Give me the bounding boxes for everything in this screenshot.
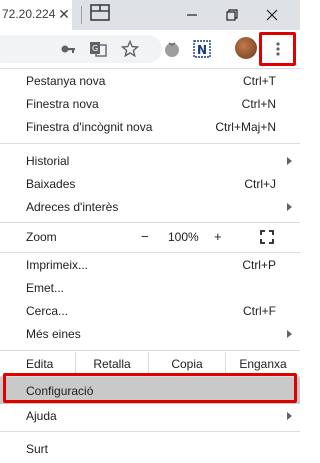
menu-item-label: Pestanya nova xyxy=(26,74,106,88)
menu-item-incognito[interactable]: Finestra d'incògnit nova Ctrl+Maj+N xyxy=(0,115,300,139)
menu-item-new-window[interactable]: Finestra nova Ctrl+N xyxy=(0,92,300,116)
cut-button[interactable]: Retalla xyxy=(76,353,148,375)
menu-item-label: Més eines xyxy=(26,327,81,341)
svg-text:N: N xyxy=(197,43,207,57)
menu-item-shortcut: Ctrl+N xyxy=(241,97,276,111)
menu-item-label: Cerca... xyxy=(26,304,69,318)
paste-button[interactable]: Enganxa xyxy=(226,353,300,375)
extension-tomato-icon[interactable] xyxy=(160,37,184,61)
tab-title: 72.20.224 xyxy=(2,7,56,21)
menu-item-shortcut: Ctrl+P xyxy=(242,258,276,272)
menu-item-bookmarks[interactable]: Adreces d'interès xyxy=(0,195,300,219)
translate-icon[interactable]: G xyxy=(86,37,110,61)
browser-toolbar: G N xyxy=(0,30,300,69)
menu-item-label: Finestra d'incògnit nova xyxy=(26,120,153,134)
tab-close-icon[interactable]: ✕ xyxy=(56,5,72,23)
avatar[interactable] xyxy=(235,37,257,59)
menu-item-cast[interactable]: Emet... xyxy=(0,276,300,300)
menu-item-label: Baixades xyxy=(26,177,76,191)
menu-item-find[interactable]: Cerca... Ctrl+F xyxy=(0,299,300,323)
title-bar: 72.20.224 ✕ xyxy=(0,0,300,30)
tab-search-icon[interactable] xyxy=(89,3,111,23)
menu-item-new-tab[interactable]: Pestanya nova Ctrl+T xyxy=(0,69,300,93)
settings-highlight xyxy=(3,373,297,403)
menu-separator xyxy=(0,143,300,144)
copy-button[interactable]: Copia xyxy=(149,353,225,375)
menu-item-shortcut: Ctrl+J xyxy=(244,177,276,191)
menu-separator xyxy=(0,431,300,432)
menu-item-downloads[interactable]: Baixades Ctrl+J xyxy=(0,172,300,196)
zoom-in-button[interactable]: + xyxy=(214,229,222,244)
menu-item-label: Adreces d'interès xyxy=(26,200,119,214)
menu-separator xyxy=(0,350,300,351)
menu-item-label: Historial xyxy=(26,154,70,168)
menu-item-label: Imprimeix... xyxy=(26,258,89,272)
menu-item-label: Ajuda xyxy=(26,409,57,423)
tab-separator xyxy=(81,6,82,24)
menu-item-label: Emet... xyxy=(26,281,65,295)
menu-item-history[interactable]: Historial xyxy=(0,149,300,173)
bookmark-star-icon[interactable] xyxy=(118,37,142,61)
extension-n-icon[interactable]: N xyxy=(190,37,214,61)
chrome-menu: Pestanya nova Ctrl+T Finestra nova Ctrl+… xyxy=(0,69,300,463)
key-icon[interactable] xyxy=(56,37,80,61)
menu-item-label: Edita xyxy=(26,357,54,371)
submenu-arrow-icon xyxy=(287,203,292,211)
menu-item-shortcut: Ctrl+T xyxy=(243,74,276,88)
menu-item-zoom: Zoom − 100% + xyxy=(0,225,300,249)
close-window-icon[interactable] xyxy=(252,0,292,30)
menu-separator xyxy=(0,222,300,223)
submenu-arrow-icon xyxy=(287,412,292,420)
menu-item-shortcut: Ctrl+Maj+N xyxy=(215,120,276,134)
restore-icon[interactable] xyxy=(212,0,252,30)
menu-item-label: Surt xyxy=(26,442,49,456)
more-menu-highlight xyxy=(259,32,296,66)
zoom-out-button[interactable]: − xyxy=(141,229,149,244)
menu-item-more-tools[interactable]: Més eines xyxy=(0,322,300,346)
svg-text:G: G xyxy=(92,44,98,53)
zoom-level: 100% xyxy=(168,230,199,244)
menu-item-help[interactable]: Ajuda xyxy=(0,404,300,428)
submenu-arrow-icon xyxy=(287,157,292,165)
menu-item-print[interactable]: Imprimeix... Ctrl+P xyxy=(0,253,300,277)
minimize-icon[interactable] xyxy=(172,0,212,30)
submenu-arrow-icon xyxy=(287,330,292,338)
menu-item-label: Finestra nova xyxy=(26,97,99,111)
menu-item-label: Zoom xyxy=(26,230,57,244)
menu-item-exit[interactable]: Surt xyxy=(0,437,300,461)
fullscreen-icon[interactable] xyxy=(260,230,274,244)
menu-item-shortcut: Ctrl+F xyxy=(243,304,276,318)
